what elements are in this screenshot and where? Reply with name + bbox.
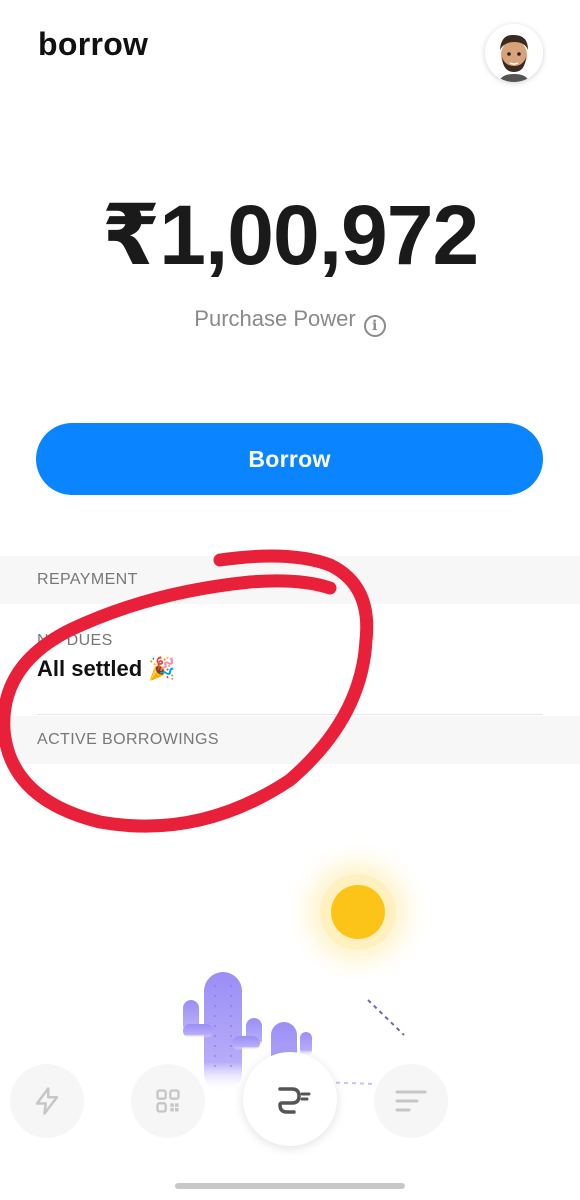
purchase-power-amount: ₹1,00,972 (101, 188, 479, 282)
nav-lightning-button[interactable] (10, 1064, 84, 1138)
app-logo-icon (278, 1087, 311, 1114)
divider (37, 714, 543, 715)
repayment-section-title: REPAYMENT (37, 571, 138, 588)
info-icon[interactable]: i (363, 315, 386, 337)
nav-menu-button[interactable] (374, 1064, 448, 1138)
active-borrowings-title: ACTIVE BORROWINGS (37, 731, 219, 748)
avatar-memoji-icon (485, 24, 543, 82)
borrow-button[interactable]: Borrow (36, 423, 543, 495)
menu-lines-icon (395, 1090, 427, 1112)
lightning-icon (35, 1087, 59, 1115)
active-borrowings-section-header: ACTIVE BORROWINGS (0, 716, 580, 764)
purchase-power-label: Purchase Power (194, 306, 356, 331)
dues-label: NO DUES (37, 632, 113, 649)
nav-qr-button[interactable] (131, 1064, 205, 1138)
nav-home-button[interactable] (243, 1052, 337, 1146)
qr-grid-icon (156, 1089, 180, 1113)
page-title: borrow (38, 26, 149, 62)
sun-icon (331, 885, 385, 939)
purchase-power-row: Purchase Power i (0, 306, 580, 337)
dues-status: All settled 🎉 (37, 656, 176, 681)
home-indicator (175, 1183, 405, 1189)
avatar[interactable] (485, 24, 543, 82)
repayment-section-header: REPAYMENT (0, 556, 580, 604)
